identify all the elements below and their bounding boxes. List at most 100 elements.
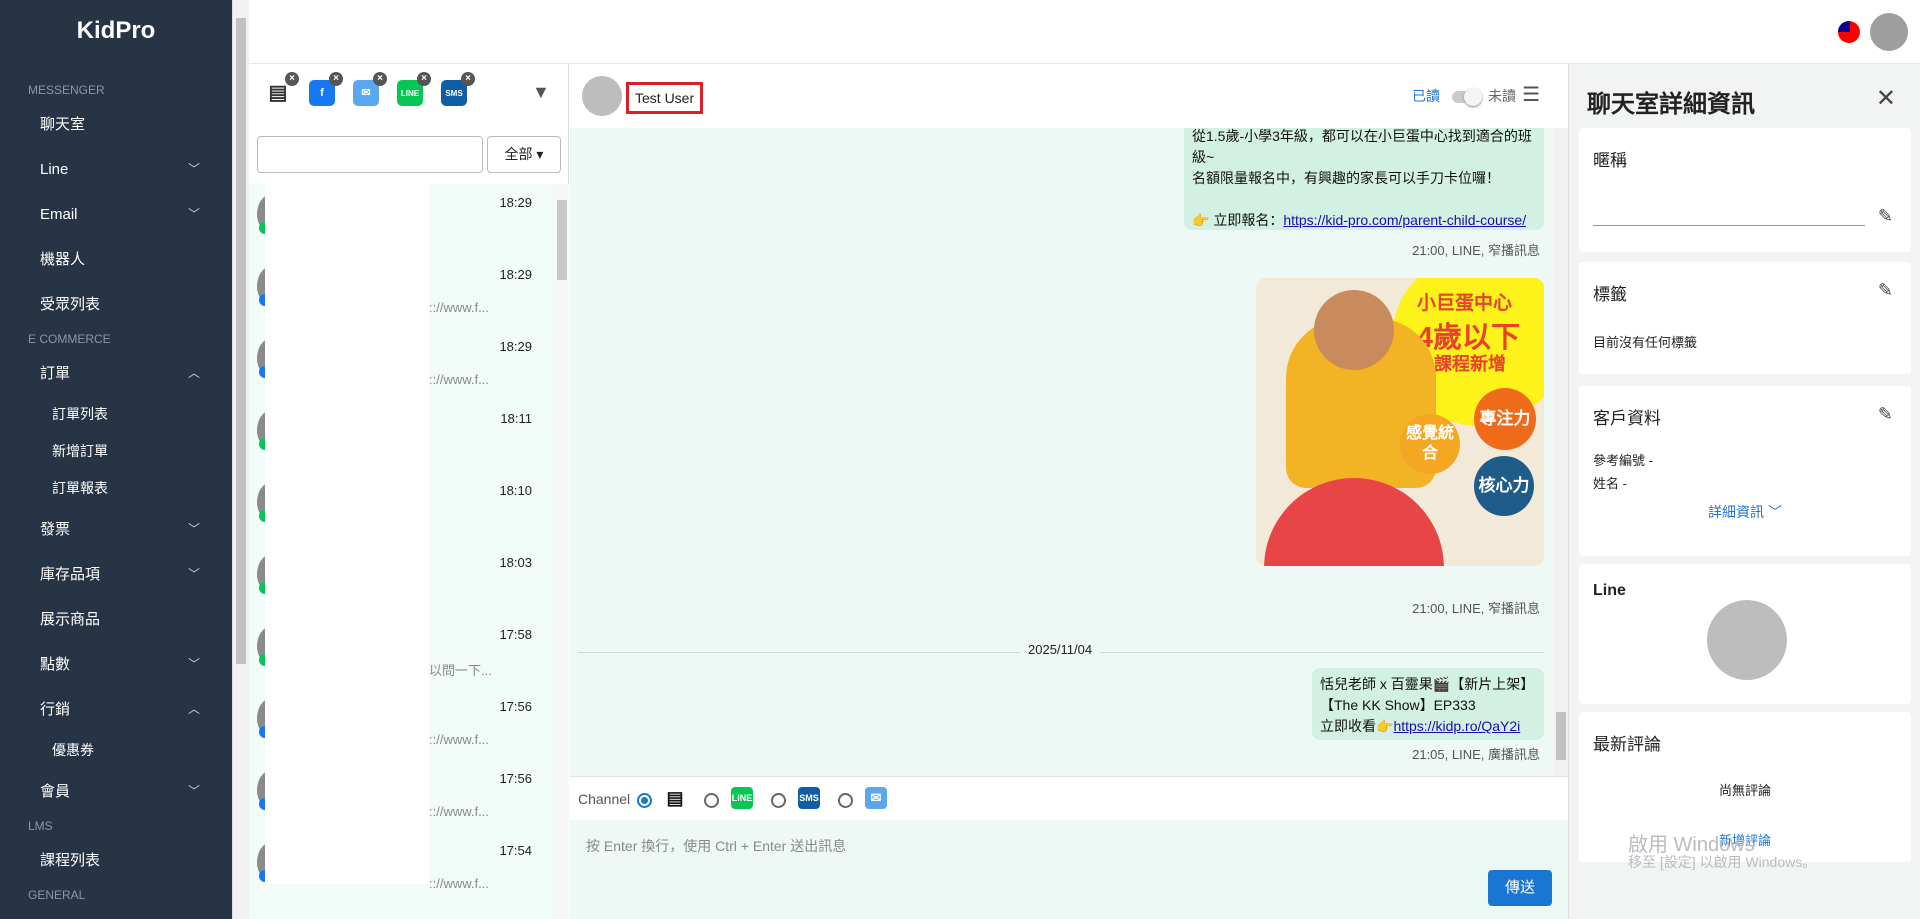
taiwan-flag-icon[interactable] bbox=[1838, 21, 1860, 43]
promo-badge: 感覺統合 bbox=[1400, 414, 1460, 474]
channel-radio-email[interactable] bbox=[838, 793, 853, 808]
sidebar-item-orders[interactable]: 訂單 ︿ bbox=[0, 351, 232, 396]
message-link[interactable]: https://kid-pro.com/parent-child-course/ bbox=[1283, 212, 1526, 228]
nickname-field[interactable] bbox=[1593, 225, 1865, 226]
sidebar-item-chatroom[interactable]: 聊天室 bbox=[0, 102, 232, 147]
chevron-down-icon: ﹀ bbox=[187, 567, 200, 581]
section-ecommerce: E COMMERCE bbox=[28, 332, 111, 346]
channel-radio-line[interactable] bbox=[704, 793, 719, 808]
line-channel-icon[interactable]: LINE × bbox=[397, 72, 431, 106]
child-head-illustration bbox=[1314, 290, 1394, 370]
menu-icon[interactable]: ☰ bbox=[1522, 82, 1540, 107]
edit-icon[interactable]: ✎ bbox=[1878, 206, 1893, 227]
message-scrollbar[interactable] bbox=[1554, 128, 1568, 776]
sidebar-item-points[interactable]: 點數 ﹀ bbox=[0, 642, 232, 687]
chat-user-name[interactable]: Test User bbox=[626, 82, 704, 114]
conversation-snippet: :://www.f... bbox=[429, 876, 489, 891]
details-title: 聊天室詳細資訊 bbox=[1587, 91, 1755, 118]
email-icon: ✉ bbox=[865, 787, 887, 809]
sidebar: KidPro MESSENGER 聊天室 Line ﹀ Email ﹀ 機器人 受眾… bbox=[0, 0, 232, 919]
sidebar-item-showcase[interactable]: 展示商品 bbox=[0, 597, 232, 642]
facebook-channel-icon[interactable]: f × bbox=[309, 72, 343, 106]
conversation-time: 17:54 bbox=[499, 843, 532, 858]
promo-text: 小巨蛋中心 bbox=[1416, 293, 1512, 314]
windows-watermark: 移至 [設定] 以啟用 Windows。 bbox=[1628, 854, 1817, 870]
sidebar-item-bot[interactable]: 機器人 bbox=[0, 237, 232, 282]
chat-icon: ▤ bbox=[666, 788, 684, 808]
sidebar-item-label: 庫存品項 bbox=[40, 566, 101, 583]
sidebar-item-order-list[interactable]: 訂單列表 bbox=[0, 396, 232, 433]
edit-icon[interactable]: ✎ bbox=[1878, 404, 1893, 425]
more-details-button[interactable]: 詳細資訊 ﹀ bbox=[1579, 502, 1911, 522]
scrollbar-thumb[interactable] bbox=[557, 200, 567, 280]
conversation-time: 18:29 bbox=[499, 267, 532, 282]
conversation-list: 18:29 18:29:://www.f... 18:29:://www.f..… bbox=[249, 184, 569, 919]
chevron-down-icon: ﹀ bbox=[187, 522, 200, 536]
reviews-empty-text: 尚無評論 bbox=[1718, 783, 1771, 798]
chat-channel-icon[interactable]: ▤ × bbox=[265, 72, 299, 106]
scrollbar-thumb[interactable] bbox=[236, 18, 246, 664]
card-title: 客戶資料 bbox=[1593, 409, 1661, 428]
sidebar-item-label: 點數 bbox=[40, 656, 71, 673]
sidebar-item-invoice[interactable]: 發票 ﹀ bbox=[0, 507, 232, 552]
sidebar-item-line[interactable]: Line ﹀ bbox=[0, 147, 232, 192]
edit-icon[interactable]: ✎ bbox=[1878, 280, 1893, 301]
sidebar-item-coupons[interactable]: 優惠券 bbox=[0, 732, 232, 769]
ref-number: 參考編號 - bbox=[1593, 453, 1653, 468]
sidebar-item-inventory[interactable]: 庫存品項 ﹀ bbox=[0, 552, 232, 597]
date-label: 2025/11/04 bbox=[1020, 642, 1101, 657]
filter-icon[interactable]: ▼ bbox=[532, 82, 554, 104]
section-general: GENERAL bbox=[28, 888, 86, 902]
conversation-time: 18:03 bbox=[499, 555, 532, 570]
sidebar-scrollbar[interactable] bbox=[232, 0, 249, 919]
nickname-card: 暱稱 ✎ bbox=[1579, 128, 1911, 252]
ramp-illustration bbox=[1264, 478, 1444, 566]
send-button[interactable]: 傳送 bbox=[1488, 870, 1552, 906]
sidebar-item-new-order[interactable]: 新增訂單 bbox=[0, 433, 232, 470]
sms-channel-icon[interactable]: SMS × bbox=[441, 72, 475, 106]
sidebar-item-audience[interactable]: 受眾列表 bbox=[0, 282, 232, 327]
sidebar-item-marketing[interactable]: 行銷 ︿ bbox=[0, 687, 232, 732]
message-composer[interactable]: 按 Enter 換行，使用 Ctrl + Enter 送出訊息 傳送 bbox=[570, 820, 1568, 919]
remove-icon[interactable]: × bbox=[373, 72, 387, 86]
sidebar-item-courses[interactable]: 課程列表 bbox=[0, 838, 232, 883]
tags-empty-text: 目前沒有任何標籤 bbox=[1593, 335, 1698, 350]
email-channel-icon[interactable]: ✉ × bbox=[353, 72, 387, 106]
remove-icon[interactable]: × bbox=[329, 72, 343, 86]
message-line: 級~ bbox=[1192, 149, 1215, 165]
conversation-scrollbar[interactable] bbox=[555, 186, 569, 919]
channel-radio-sms[interactable] bbox=[771, 793, 786, 808]
redaction-overlay bbox=[265, 184, 429, 884]
unread-label[interactable]: 未讀 bbox=[1488, 86, 1516, 106]
read-label[interactable]: 已讀 bbox=[1412, 86, 1440, 106]
sidebar-item-email[interactable]: Email ﹀ bbox=[0, 192, 232, 237]
sidebar-item-label: Email bbox=[40, 206, 78, 223]
sidebar-item-label: 行銷 bbox=[40, 701, 71, 718]
close-icon[interactable]: ✕ bbox=[1876, 84, 1896, 113]
scrollbar-thumb[interactable] bbox=[1556, 712, 1566, 760]
sidebar-item-label: 訂單列表 bbox=[52, 406, 108, 422]
message-link[interactable]: https://kidp.ro/QaY2i bbox=[1393, 718, 1520, 734]
sidebar-item-order-report[interactable]: 訂單報表 bbox=[0, 470, 232, 507]
customer-card: 客戶資料 ✎ 參考編號 - 姓名 - 詳細資訊 ﹀ bbox=[1579, 386, 1911, 556]
brand-logo[interactable]: KidPro bbox=[0, 0, 232, 62]
remove-icon[interactable]: × bbox=[461, 72, 475, 86]
conversation-time: 18:29 bbox=[499, 339, 532, 354]
sidebar-item-label: 發票 bbox=[40, 521, 71, 538]
remove-icon[interactable]: × bbox=[285, 72, 299, 86]
sidebar-item-label: 機器人 bbox=[40, 251, 86, 268]
channel-radio-chat[interactable] bbox=[637, 793, 652, 808]
remove-icon[interactable]: × bbox=[417, 72, 431, 86]
line-card: Line bbox=[1579, 564, 1911, 704]
chevron-down-icon: ﹀ bbox=[187, 784, 200, 798]
filter-dropdown[interactable]: 全部 ▾ bbox=[487, 136, 561, 173]
user-avatar[interactable] bbox=[1870, 13, 1908, 51]
card-title: 最新評論 bbox=[1593, 735, 1661, 754]
promo-image[interactable]: 小巨蛋中心 4歲以下 課程新增 專注力 感覺統合 核心力 bbox=[1256, 278, 1544, 566]
chevron-up-icon: ︿ bbox=[187, 366, 200, 380]
top-bar bbox=[249, 0, 1920, 64]
sidebar-item-members[interactable]: 會員 ﹀ bbox=[0, 769, 232, 814]
read-toggle[interactable] bbox=[1452, 88, 1482, 106]
chat-header: Test User 已讀 未讀 ☰ bbox=[570, 64, 1568, 128]
search-input[interactable] bbox=[257, 136, 483, 173]
